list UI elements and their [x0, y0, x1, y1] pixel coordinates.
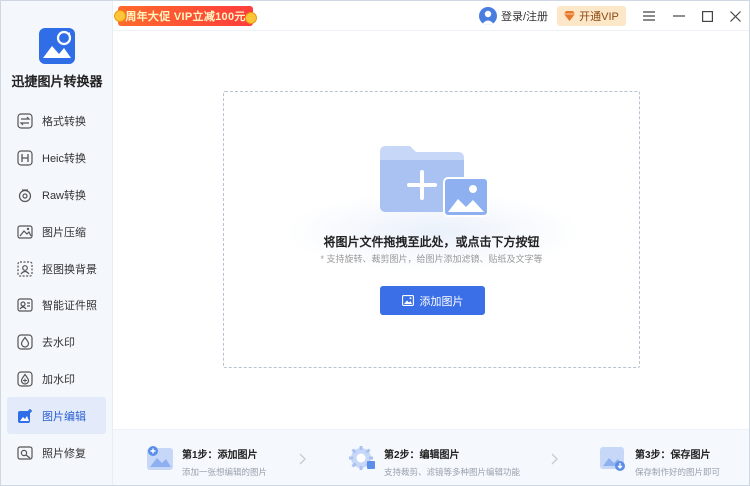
step-title: 第2步：编辑图片	[384, 450, 460, 461]
sidebar-item-remove-watermark[interactable]: 去水印	[1, 324, 113, 361]
sidebar-item-id-photo[interactable]: 智能证件照	[1, 287, 113, 324]
sidebar-item-label: 智能证件照	[42, 300, 97, 313]
sidebar-item-add-watermark[interactable]: 加水印	[1, 361, 113, 398]
steps-bar: 第1步：添加图片 添加一张想编辑的图片 第2步：编辑图片 支持裁剪、滤镜等多种图…	[113, 429, 749, 485]
heic-icon	[16, 149, 34, 167]
step-desc: 保存制作好的图片即可	[635, 467, 721, 477]
sidebar-item-label: 格式转换	[42, 116, 86, 129]
id-photo-icon	[16, 296, 34, 314]
app-logo-icon	[39, 28, 75, 64]
image-edit-icon	[16, 407, 34, 425]
chevron-right-icon	[551, 452, 559, 468]
sidebar-item-image-edit[interactable]: 图片编辑	[7, 397, 106, 435]
avatar-icon	[479, 7, 497, 25]
sidebar-item-label: 抠图换背景	[42, 263, 97, 276]
vip-button[interactable]: 开通VIP	[557, 6, 626, 26]
step-1: 第1步：添加图片 添加一张想编辑的图片	[146, 444, 268, 477]
raw-icon	[16, 186, 34, 204]
step-3: 第3步：保存图片 保存制作好的图片即可	[599, 444, 721, 477]
sidebar-item-raw[interactable]: Raw转换	[1, 177, 113, 214]
step-desc: 添加一张想编辑的图片	[182, 467, 268, 477]
cutout-icon	[16, 260, 34, 278]
titlebar-divider	[113, 30, 749, 31]
sidebar-item-heic[interactable]: Heic转换	[1, 140, 113, 177]
drop-zone[interactable]: 将图片文件拖拽至此处，或点击下方按钮 * 支持旋转、裁剪图片，给图片添加滤镜、贴…	[223, 91, 640, 368]
save-image-step-icon	[599, 444, 627, 472]
drop-zone-title: 将图片文件拖拽至此处，或点击下方按钮	[323, 235, 540, 249]
minimize-icon[interactable]	[669, 6, 689, 26]
close-icon[interactable]	[725, 6, 745, 26]
add-image-button[interactable]: 添加图片	[380, 286, 485, 315]
folder-image-icon	[378, 142, 490, 220]
sidebar-item-label: 加水印	[42, 373, 75, 386]
sidebar-item-label: 照片修复	[42, 447, 86, 460]
vip-label: 开通VIP	[579, 11, 619, 23]
step-title: 第1步：添加图片	[182, 450, 258, 461]
app-window: 迅捷图片转换器 格式转换 Heic转换 Raw转换 图片压缩 抠图换背景 智能证…	[0, 0, 750, 486]
sidebar-item-cutout[interactable]: 抠图换背景	[1, 250, 113, 287]
step-desc: 支持裁剪、滤镜等多种图片编辑功能	[384, 467, 521, 477]
add-image-step-icon	[146, 444, 174, 472]
sidebar: 迅捷图片转换器 格式转换 Heic转换 Raw转换 图片压缩 抠图换背景 智能证…	[1, 1, 113, 485]
step-title: 第3步：保存图片	[635, 450, 711, 461]
step-2: 第2步：编辑图片 支持裁剪、滤镜等多种图片编辑功能	[348, 444, 521, 477]
compress-icon	[16, 223, 34, 241]
coin-icon	[245, 12, 257, 24]
promo-banner[interactable]: 周年大促 VIP立减100元	[114, 6, 257, 26]
login-label: 登录/注册	[501, 11, 549, 23]
add-watermark-icon	[16, 370, 34, 388]
drop-zone-subtitle: * 支持旋转、裁剪图片，给图片添加滤镜、贴纸及文字等	[320, 254, 543, 264]
photo-repair-icon	[16, 444, 34, 462]
sidebar-item-label: 去水印	[42, 337, 75, 350]
sidebar-item-label: Heic转换	[42, 153, 87, 166]
menu-icon[interactable]	[639, 6, 659, 26]
sidebar-item-photo-repair[interactable]: 照片修复	[1, 434, 113, 471]
promo-text: 周年大促 VIP立减100元	[125, 11, 246, 23]
app-title: 迅捷图片转换器	[11, 74, 103, 89]
chevron-right-icon	[299, 452, 307, 468]
sidebar-item-label: 图片压缩	[42, 226, 86, 239]
sidebar-item-format-convert[interactable]: 格式转换	[1, 103, 113, 140]
image-icon	[401, 295, 414, 306]
diamond-icon	[564, 11, 576, 21]
login-button[interactable]: 登录/注册	[479, 7, 548, 25]
add-image-label: 添加图片	[419, 295, 464, 308]
coin-icon	[114, 10, 126, 22]
remove-watermark-icon	[16, 333, 34, 351]
sidebar-item-label: Raw转换	[42, 189, 87, 202]
format-convert-icon	[16, 112, 34, 130]
sidebar-item-compress[interactable]: 图片压缩	[1, 213, 113, 250]
sidebar-nav: 格式转换 Heic转换 Raw转换 图片压缩 抠图换背景 智能证件照 去水印 加…	[1, 103, 113, 471]
edit-gear-step-icon	[348, 444, 376, 472]
maximize-icon[interactable]	[697, 6, 717, 26]
sidebar-item-label: 图片编辑	[42, 410, 86, 423]
